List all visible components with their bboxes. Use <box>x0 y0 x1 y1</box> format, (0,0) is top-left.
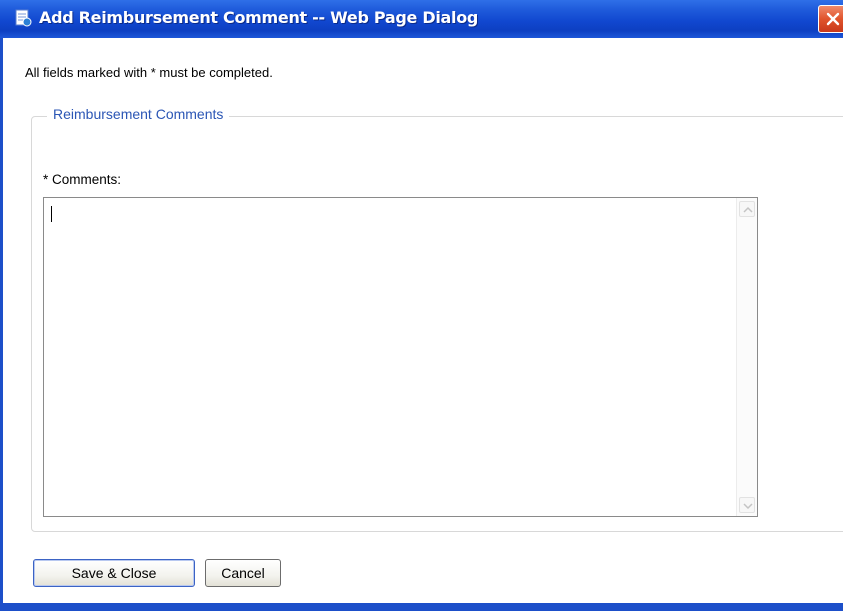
close-button[interactable] <box>818 5 843 33</box>
cancel-button[interactable]: Cancel <box>205 559 281 587</box>
title-bar[interactable]: Add Reimbursement Comment -- Web Page Di… <box>0 0 843 38</box>
window-bottom-border <box>0 603 843 611</box>
page-dialog-icon <box>14 9 32 27</box>
required-fields-note: All fields marked with * must be complet… <box>25 65 273 80</box>
text-caret <box>51 206 52 222</box>
comments-textarea[interactable] <box>44 198 736 516</box>
scroll-down-button[interactable] <box>739 497 755 513</box>
window-title: Add Reimbursement Comment -- Web Page Di… <box>39 8 479 27</box>
chevron-down-icon <box>743 503 753 510</box>
vertical-scrollbar[interactable] <box>736 198 757 516</box>
dialog-content: All fields marked with * must be complet… <box>0 38 843 603</box>
scroll-up-button[interactable] <box>739 201 755 217</box>
fieldset-legend: Reimbursement Comments <box>47 106 230 122</box>
chevron-up-icon <box>743 206 753 213</box>
dialog-window: Add Reimbursement Comment -- Web Page Di… <box>0 0 843 611</box>
comments-field-container <box>43 197 758 517</box>
close-icon <box>826 12 840 26</box>
comments-label: * Comments: <box>43 172 122 187</box>
save-and-close-button[interactable]: Save & Close <box>33 559 195 587</box>
